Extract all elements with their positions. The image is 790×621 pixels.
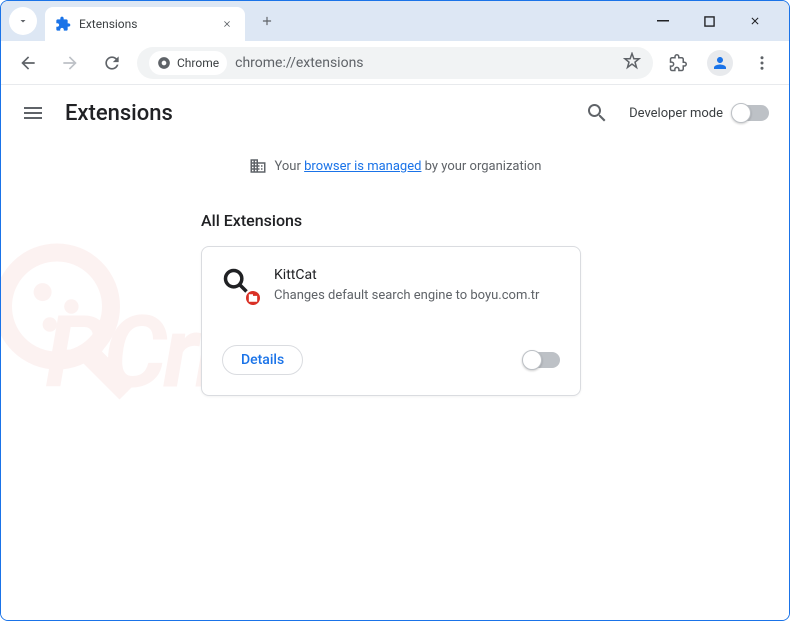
person-icon [711, 54, 729, 72]
new-tab-button[interactable] [253, 7, 281, 35]
extension-icon [222, 267, 258, 303]
profile-button[interactable] [703, 46, 737, 80]
hamburger-menu-button[interactable] [21, 101, 45, 125]
tab-search-button[interactable] [9, 7, 37, 35]
forward-button[interactable] [53, 46, 87, 80]
chevron-down-icon [17, 15, 29, 27]
developer-mode-label: Developer mode [629, 106, 723, 121]
reload-button[interactable] [95, 46, 129, 80]
close-icon [222, 19, 232, 29]
back-button[interactable] [11, 46, 45, 80]
close-window-button[interactable] [741, 7, 769, 35]
plus-icon [260, 14, 274, 28]
dots-vertical-icon [753, 54, 771, 72]
managed-suffix: by your organization [421, 159, 541, 174]
extension-name: KittCat [274, 267, 560, 283]
extension-card: KittCat Changes default search engine to… [201, 246, 581, 396]
extension-toggle[interactable] [524, 352, 560, 368]
extensions-button[interactable] [661, 46, 695, 80]
maximize-button[interactable] [695, 7, 723, 35]
puzzle-outline-icon [669, 54, 687, 72]
site-info-chip[interactable]: Chrome [149, 51, 227, 75]
minimize-button[interactable] [649, 7, 677, 35]
developer-mode-toggle[interactable] [733, 105, 769, 121]
page-title: Extensions [65, 101, 565, 126]
search-button[interactable] [585, 101, 609, 125]
building-icon [249, 157, 267, 175]
window-controls [649, 7, 781, 35]
section-title: All Extensions [201, 211, 789, 230]
developer-mode-control: Developer mode [629, 105, 769, 121]
menu-button[interactable] [745, 46, 779, 80]
page-content: PCrisk.com Extensions Developer mode You… [1, 85, 789, 620]
maximize-icon [704, 16, 715, 27]
tab-close-button[interactable] [219, 16, 235, 32]
page-header: Extensions Developer mode [1, 85, 789, 141]
arrow-right-icon [60, 53, 80, 73]
browser-toolbar: Chrome chrome://extensions [1, 41, 789, 85]
chrome-logo-icon [157, 56, 171, 70]
close-icon [749, 15, 761, 27]
bookmark-button[interactable] [623, 52, 641, 74]
star-icon [623, 52, 641, 70]
url-text: chrome://extensions [235, 55, 615, 71]
managed-prefix: Your [275, 159, 305, 174]
browser-tab[interactable]: Extensions [45, 7, 245, 41]
tab-strip: Extensions [1, 1, 789, 41]
managed-banner: Your browser is managed by your organiza… [1, 141, 789, 191]
managed-badge-icon [244, 289, 262, 307]
minimize-icon [657, 15, 669, 27]
extension-description: Changes default search engine to boyu.co… [274, 287, 560, 305]
address-bar[interactable]: Chrome chrome://extensions [137, 47, 653, 79]
arrow-left-icon [18, 53, 38, 73]
tab-title: Extensions [79, 17, 211, 31]
managed-link[interactable]: browser is managed [304, 159, 421, 174]
reload-icon [102, 53, 122, 73]
puzzle-icon [55, 16, 71, 32]
chip-label: Chrome [177, 56, 219, 70]
details-button[interactable]: Details [222, 345, 303, 375]
